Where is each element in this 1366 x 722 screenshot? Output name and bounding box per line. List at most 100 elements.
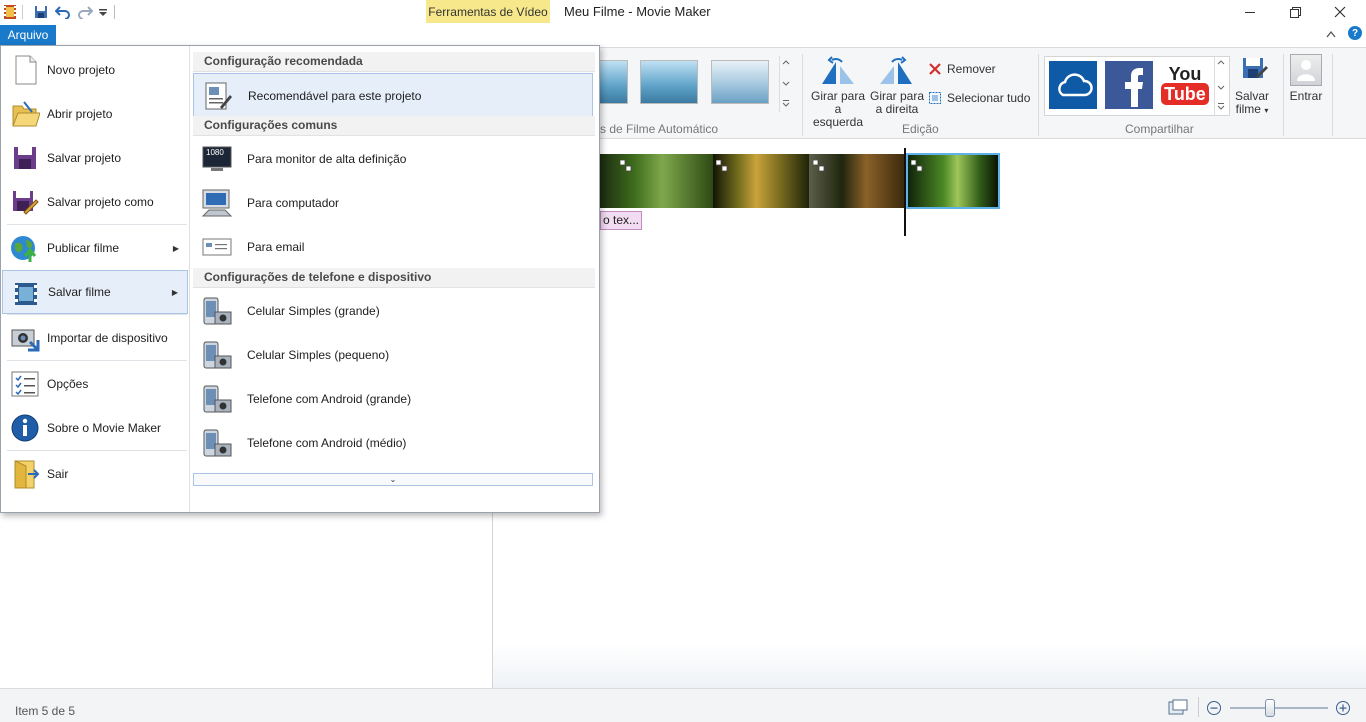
minimize-button[interactable] (1230, 2, 1270, 22)
remove-label: Remover (947, 62, 996, 76)
menu-options-label: Opções (47, 377, 89, 391)
menu-save-project-as-label: Salvar projeto como (47, 195, 154, 209)
status-bar: Item 5 de 5 (0, 688, 1366, 722)
menu-separator (7, 360, 187, 361)
menu-save-project[interactable]: Salvar projeto (2, 136, 188, 180)
option-phone-small[interactable]: Celular Simples (pequeno) (193, 333, 593, 377)
menu-options[interactable]: Opções (2, 362, 188, 406)
rotate-right-button[interactable]: Girar para a direita (868, 90, 926, 116)
playhead-cursor[interactable] (904, 148, 906, 236)
menu-publish-movie-label: Publicar filme (47, 241, 120, 255)
save-movie-ribbon-icon[interactable] (1240, 54, 1270, 87)
menu-open-project[interactable]: Abrir projeto (2, 92, 188, 136)
zoom-out-icon[interactable] (1206, 700, 1222, 719)
section-common: Configurações comuns (193, 116, 595, 136)
facebook-icon[interactable] (1105, 61, 1153, 109)
menu-open-project-label: Abrir projeto (47, 107, 113, 121)
open-project-icon (10, 98, 41, 130)
youtube-icon[interactable]: You Tube (1161, 61, 1209, 109)
option-recommended-project[interactable]: Recomendável para este projeto (193, 73, 593, 117)
share-gallery-scroll[interactable] (1214, 56, 1228, 116)
menu-new-project[interactable]: Novo projeto (2, 48, 188, 92)
group-separator (1283, 54, 1284, 136)
select-all-button[interactable]: Selecionar tudo (928, 91, 1030, 105)
caption-text-clip[interactable]: o tex... (600, 211, 642, 230)
save-project-icon (10, 142, 40, 174)
rotate-left-icon[interactable] (820, 56, 856, 89)
option-email[interactable]: Para email (193, 225, 593, 269)
option-recommended-label: Recomendável para este projeto (248, 89, 422, 103)
menu-exit[interactable]: Sair (2, 452, 188, 496)
save-movie-submenu: Configuração recomendada Recomendável pa… (191, 46, 599, 512)
phone-camera-icon (201, 428, 233, 458)
theme-thumbnail[interactable] (640, 60, 698, 104)
transition-icon (812, 159, 825, 172)
menu-save-movie-label: Salvar filme (48, 285, 111, 299)
save-as-icon (10, 186, 40, 218)
video-tools-context-tab[interactable]: Ferramentas de Vídeo (426, 0, 550, 23)
share-group-label: Compartilhar (1125, 122, 1194, 136)
submenu-scroll-more[interactable]: ⌄ (193, 473, 593, 486)
movie-maker-window: Ferramentas de Vídeo Meu Filme - Movie M… (0, 0, 1366, 722)
exit-icon (10, 458, 40, 490)
titlebar-divider (114, 5, 115, 19)
rotate-left-button[interactable]: Girar para a esquerda (808, 90, 868, 129)
option-phone-large-label: Celular Simples (grande) (247, 304, 380, 318)
import-camera-icon (10, 322, 40, 354)
option-android-medium-label: Telefone com Android (médio) (247, 436, 407, 450)
group-separator (802, 54, 803, 136)
option-hd-monitor[interactable]: 1080 Para monitor de alta definição (193, 137, 593, 181)
restore-button[interactable] (1275, 2, 1315, 22)
option-computer[interactable]: Para computador (193, 181, 593, 225)
hd-monitor-icon: 1080 (201, 144, 233, 174)
option-computer-label: Para computador (247, 196, 340, 210)
close-button[interactable] (1320, 2, 1360, 22)
phone-camera-icon (201, 384, 233, 414)
submenu-arrow-icon: ▶ (171, 287, 178, 297)
theme-thumbnail[interactable] (711, 60, 769, 104)
option-phone-large[interactable]: Celular Simples (grande) (193, 289, 593, 333)
publish-globe-icon (10, 232, 40, 264)
section-recommended: Configuração recomendada (193, 52, 595, 72)
collapse-ribbon-icon[interactable] (1326, 27, 1336, 41)
menu-save-movie[interactable]: Salvar filme ▶ (2, 270, 188, 314)
phone-camera-icon (201, 340, 233, 370)
menu-publish-movie[interactable]: Publicar filme ▶ (2, 226, 188, 270)
app-film-icon[interactable] (2, 3, 18, 21)
phone-camera-icon (201, 296, 233, 326)
help-icon[interactable]: ? (1348, 26, 1362, 40)
info-icon (10, 412, 40, 444)
select-all-icon (929, 92, 941, 104)
menu-import-from-device[interactable]: Importar de dispositivo (2, 316, 188, 360)
sign-in-user-icon[interactable] (1290, 54, 1322, 86)
save-movie-icon (11, 277, 41, 309)
file-tab[interactable]: Arquivo (0, 25, 56, 45)
menu-save-project-as[interactable]: Salvar projeto como (2, 180, 188, 224)
menu-new-project-label: Novo projeto (47, 63, 116, 77)
customize-quick-access-icon[interactable] (97, 3, 109, 21)
redo-icon[interactable] (76, 3, 94, 21)
menu-about[interactable]: Sobre o Movie Maker (2, 406, 188, 450)
menu-exit-label: Sair (47, 467, 69, 481)
sign-in-button[interactable]: Entrar (1286, 90, 1326, 103)
remove-button[interactable]: Remover (928, 62, 996, 76)
zoom-in-icon[interactable] (1335, 700, 1351, 719)
title-bar: Ferramentas de Vídeo Meu Filme - Movie M… (0, 0, 1366, 23)
onedrive-icon[interactable] (1049, 61, 1097, 109)
transition-icon (910, 159, 923, 172)
menu-about-label: Sobre o Movie Maker (47, 421, 162, 435)
themes-gallery-scroll[interactable] (779, 56, 793, 112)
menu-separator (7, 224, 187, 225)
undo-icon[interactable] (54, 3, 72, 21)
rotate-right-icon[interactable] (878, 56, 914, 89)
option-android-large[interactable]: Telefone com Android (grande) (193, 377, 593, 421)
storyboard-view-icon[interactable] (1168, 699, 1188, 718)
option-android-medium[interactable]: Telefone com Android (médio) (193, 421, 593, 465)
save-movie-ribbon-button[interactable]: Salvar filme ▾ (1232, 90, 1272, 117)
zoom-slider-thumb[interactable] (1265, 699, 1275, 717)
zoom-slider-track[interactable] (1230, 707, 1328, 709)
hd-badge-text: 1080 (206, 148, 224, 157)
quick-save-icon[interactable] (32, 3, 50, 21)
video-clip-1[interactable] (600, 154, 713, 208)
option-phone-small-label: Celular Simples (pequeno) (247, 348, 390, 362)
